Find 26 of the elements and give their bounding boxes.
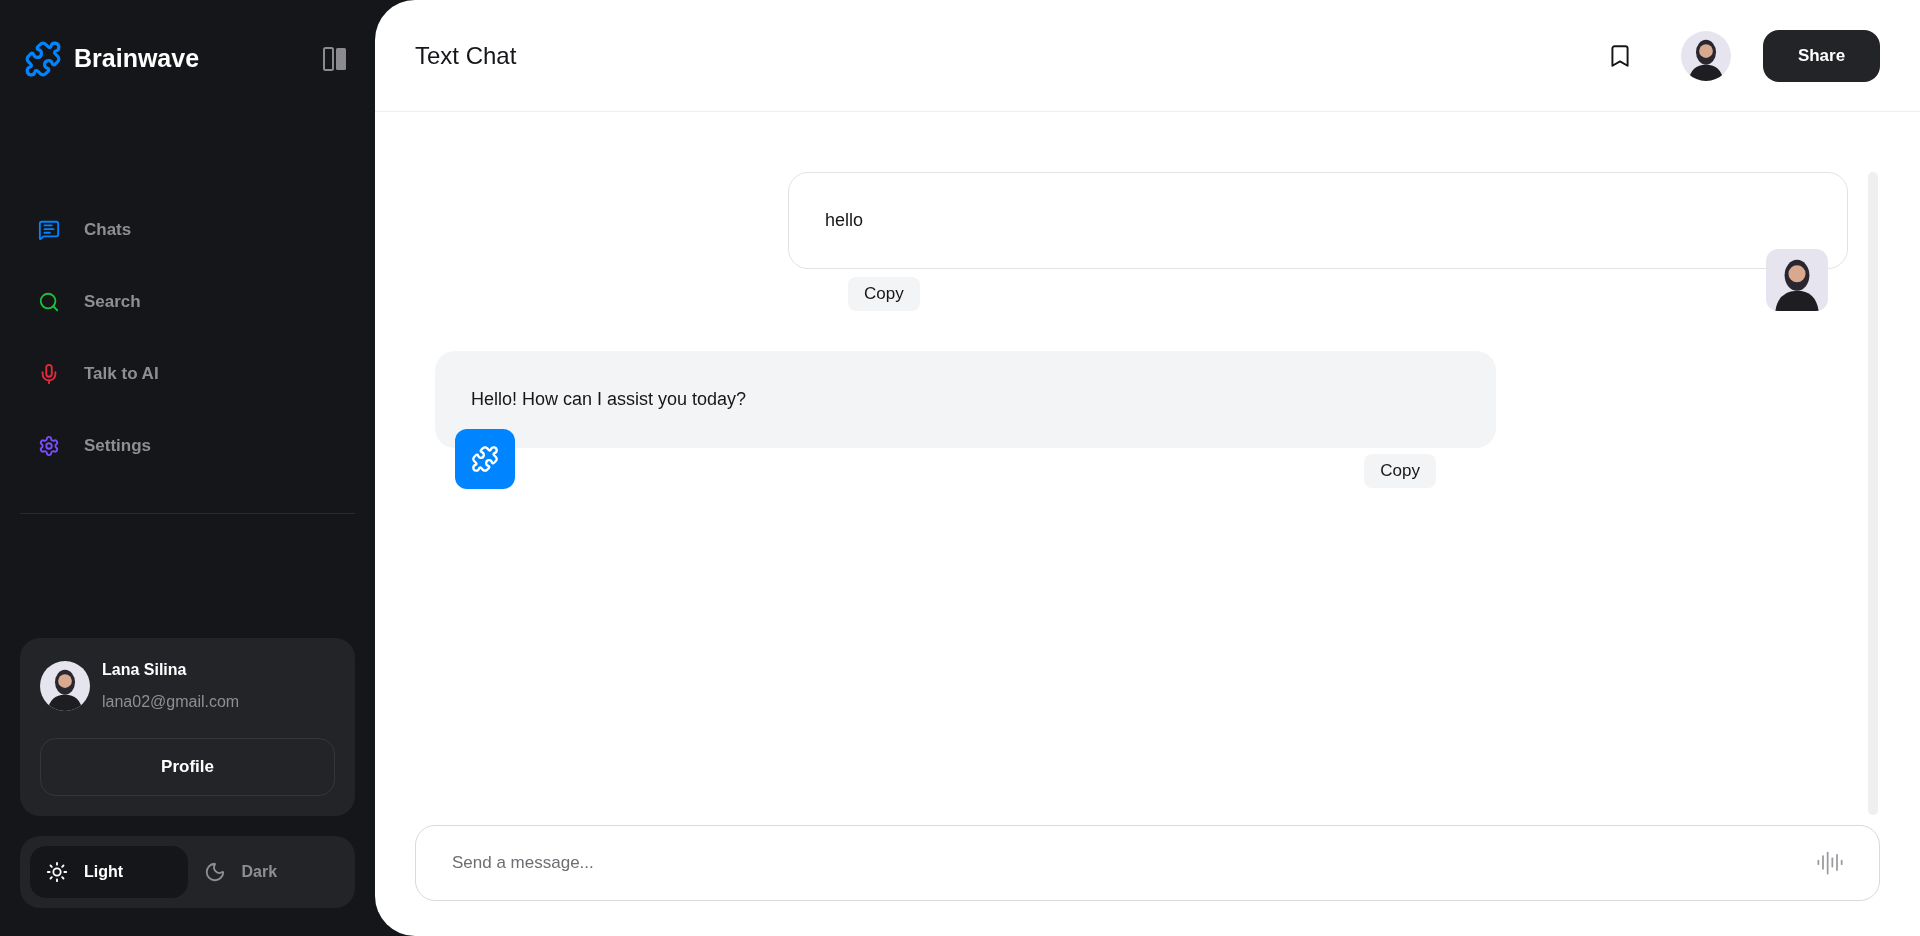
theme-toggle[interactable]: Dark bbox=[187, 846, 345, 898]
ai-message-bubble: Hello! How can I assist you today? bbox=[435, 351, 1496, 448]
sidebar-toggle-icon[interactable] bbox=[323, 47, 347, 71]
user-name: Lana Silina bbox=[102, 660, 188, 680]
user-avatar bbox=[1681, 30, 1731, 81]
voice-wave-icon[interactable] bbox=[1816, 849, 1844, 877]
copy-button[interactable]: Copy bbox=[848, 277, 920, 311]
nav-item[interactable]: Talk to AI bbox=[38, 357, 355, 391]
profile-button[interactable]: Profile bbox=[40, 738, 335, 796]
nav-item[interactable]: Search bbox=[38, 285, 355, 319]
puzzle-logo-icon bbox=[24, 40, 62, 78]
user-message-bubble: hello bbox=[788, 172, 1848, 269]
brand-name: Brainwave bbox=[74, 43, 200, 75]
message-input[interactable]: Send a message... bbox=[415, 825, 1880, 901]
puzzle-icon bbox=[471, 445, 499, 473]
nav-item[interactable]: Chats bbox=[38, 213, 355, 247]
user-avatar bbox=[1766, 249, 1828, 311]
moon-icon bbox=[203, 861, 226, 883]
user-email: lana02@gmail.com bbox=[102, 692, 240, 712]
theme-toggle[interactable]: Light bbox=[30, 846, 188, 898]
page-title: Text Chat bbox=[415, 40, 517, 71]
nav-item[interactable]: Settings bbox=[38, 429, 355, 463]
copy-button[interactable]: Copy bbox=[1364, 454, 1436, 488]
user-avatar bbox=[40, 661, 90, 711]
share-button[interactable]: Share bbox=[1763, 29, 1880, 82]
sun-icon bbox=[46, 861, 68, 883]
